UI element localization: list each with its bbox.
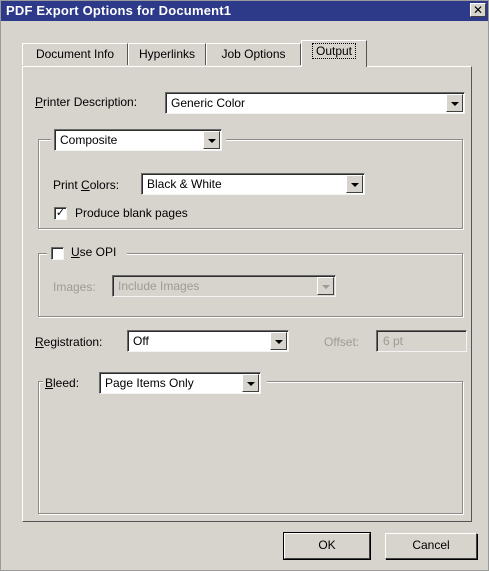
registration-select[interactable]: Off [127, 330, 289, 352]
tab-hyperlinks-label: Hyperlinks [138, 47, 195, 61]
tab-document-info-label: Document Info [35, 47, 115, 61]
output-mode-value: Composite [60, 133, 118, 147]
bleed-label: Bleed: [45, 376, 80, 390]
images-value: Include Images [118, 279, 200, 293]
ok-button[interactable]: OK [283, 532, 371, 560]
offset-value: 6 pt [383, 334, 404, 348]
produce-blank-pages-label: Produce blank pages [75, 206, 188, 220]
cancel-button[interactable]: Cancel [385, 533, 477, 559]
chevron-down-icon [247, 382, 255, 386]
registration-label: Registration: [35, 335, 103, 349]
output-panel: Printer Description: Generic Color Compo… [22, 66, 472, 522]
print-colors-value: Black & White [147, 177, 222, 191]
output-mode-dropdown-button[interactable] [203, 131, 220, 149]
close-button[interactable]: ✕ [470, 3, 486, 17]
tab-hyperlinks[interactable]: Hyperlinks [128, 43, 206, 65]
check-icon: ✓ [55, 207, 66, 219]
window-title: PDF Export Options for Document1 [6, 3, 232, 18]
chevron-down-icon [351, 183, 359, 187]
title-bar: PDF Export Options for Document1 ✕ [1, 1, 488, 21]
bleed-select[interactable]: Page Items Only [99, 372, 261, 394]
printer-description-value: Generic Color [171, 96, 246, 110]
tab-document-info[interactable]: Document Info [22, 43, 128, 65]
bleed-dropdown-button[interactable] [242, 374, 259, 392]
chevron-down-icon [275, 340, 283, 344]
images-dropdown-button[interactable] [317, 277, 334, 295]
use-opi-checkbox[interactable] [51, 247, 64, 260]
tab-output-label: Output [311, 43, 357, 59]
tab-job-options[interactable]: Job Options [206, 43, 301, 65]
bleed-group [38, 381, 463, 514]
images-select[interactable]: Include Images [112, 275, 336, 297]
chevron-down-icon [451, 102, 459, 106]
pdf-export-options-dialog: PDF Export Options for Document1 ✕ Docum… [0, 0, 489, 571]
use-opi-label: Use OPI [71, 245, 117, 259]
produce-blank-pages-checkbox[interactable]: ✓ [54, 207, 67, 220]
printer-description-label: Printer Description: [35, 95, 138, 109]
registration-dropdown-button[interactable] [270, 332, 287, 350]
registration-value: Off [133, 334, 149, 348]
bleed-value: Page Items Only [105, 376, 194, 390]
output-mode-select[interactable]: Composite [54, 129, 222, 151]
chevron-down-icon [208, 139, 216, 143]
print-colors-label: Print Colors: [53, 178, 120, 192]
tab-job-options-label: Job Options [221, 47, 286, 61]
close-icon: ✕ [472, 3, 484, 17]
offset-field[interactable]: 6 pt [376, 330, 467, 352]
images-label: Images: [53, 280, 96, 294]
print-colors-select[interactable]: Black & White [141, 173, 365, 195]
printer-description-dropdown-button[interactable] [446, 94, 463, 112]
offset-label: Offset: [324, 335, 360, 349]
chevron-down-icon [322, 285, 330, 289]
printer-description-select[interactable]: Generic Color [165, 92, 465, 114]
tab-output[interactable]: Output [301, 40, 367, 67]
print-colors-dropdown-button[interactable] [346, 175, 363, 193]
